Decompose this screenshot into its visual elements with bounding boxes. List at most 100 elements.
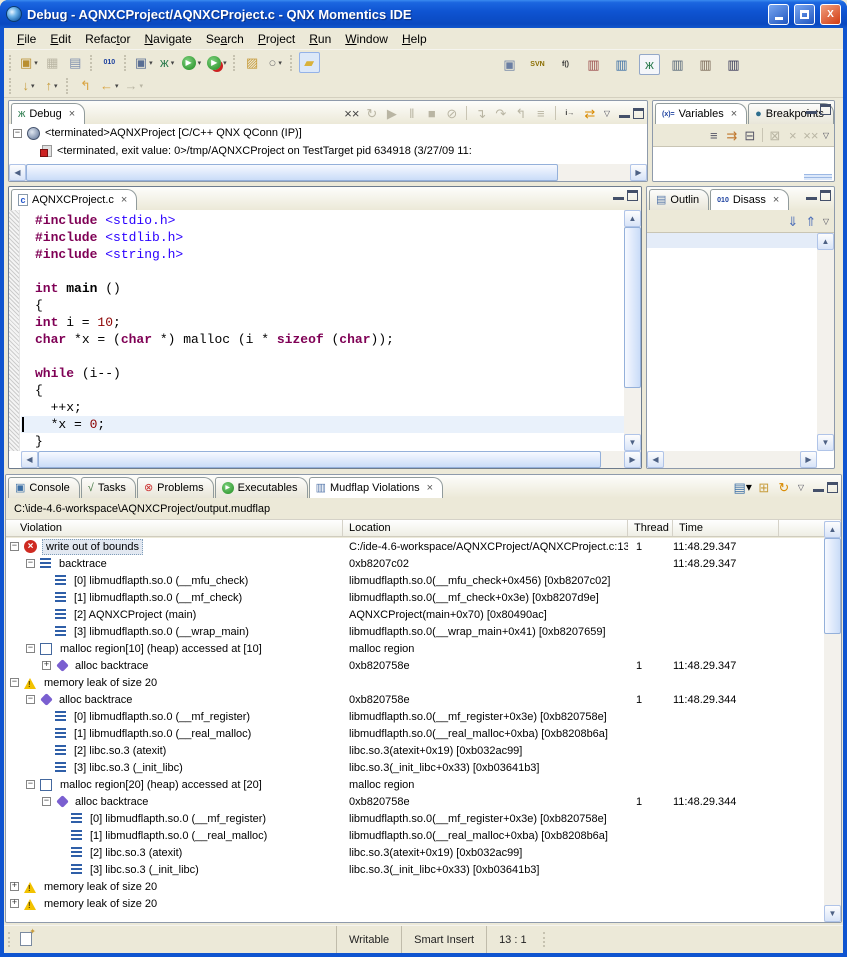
tab-debug[interactable]: жDebug×: [11, 103, 85, 124]
minimize-button[interactable]: [768, 4, 789, 25]
tab-mudflap-violations[interactable]: ▥Mudflap Violations×: [309, 477, 444, 498]
tab-executables[interactable]: ▶Executables: [215, 477, 308, 498]
scroll-up-icon[interactable]: ▲: [824, 521, 841, 538]
tab-tasks[interactable]: √Tasks: [81, 477, 136, 498]
dropdown-icon[interactable]: ▾: [223, 59, 227, 67]
arrow-down-icon[interactable]: ⇓: [784, 212, 802, 230]
scroll-right-icon[interactable]: ▶: [624, 451, 641, 468]
tree-expander-icon[interactable]: +: [42, 661, 51, 670]
menu-project[interactable]: Project: [251, 29, 302, 49]
violation-row[interactable]: [0] libmudflapth.so.0 (__mfu_check)libmu…: [6, 572, 824, 589]
debug-tree-node[interactable]: <terminated, exit value: 0>/tmp/AQNXCPro…: [9, 142, 647, 160]
profile-icon[interactable]: ▶▾: [205, 52, 229, 73]
minimize-view-icon[interactable]: [813, 483, 824, 492]
tree-expander-icon[interactable]: +: [10, 882, 19, 891]
close-icon[interactable]: ×: [69, 108, 75, 120]
tree-expander-icon[interactable]: −: [26, 780, 35, 789]
menu-edit[interactable]: Edit: [43, 29, 78, 49]
view-menu-icon[interactable]: ▽: [795, 483, 807, 492]
violation-row[interactable]: [1] libmudflapth.so.0 (__real_malloc)lib…: [6, 725, 824, 742]
filter-icon[interactable]: ▤▾: [733, 478, 753, 496]
column-header-time[interactable]: Time: [673, 520, 779, 536]
minimize-view-icon[interactable]: [619, 109, 630, 118]
dropdown-icon[interactable]: ▾: [746, 480, 752, 494]
annotation-ruler[interactable]: [9, 210, 20, 451]
scroll-right-icon[interactable]: ▶: [800, 451, 817, 468]
tree-expander-icon[interactable]: −: [26, 695, 35, 704]
tree-expander-icon[interactable]: −: [26, 559, 35, 568]
svn-perspective-icon[interactable]: SVN: [527, 54, 548, 75]
debug-icon[interactable]: ж▾: [157, 52, 178, 73]
violation-row[interactable]: +alloc backtrace0xb820758e111:48.29.347: [6, 657, 824, 674]
maximize-view-icon[interactable]: [820, 190, 831, 201]
scroll-down-icon[interactable]: ▼: [817, 434, 834, 451]
code-line[interactable]: #include <stdio.h>: [21, 212, 624, 229]
scroll-left-icon[interactable]: ◀: [9, 164, 26, 181]
view-menu-icon[interactable]: ▽: [820, 131, 832, 140]
dropdown-icon[interactable]: ▾: [198, 59, 202, 67]
code-line[interactable]: [21, 263, 624, 280]
debug-target-icon[interactable]: ▣▾: [133, 52, 155, 73]
tab-console[interactable]: ▣Console: [8, 477, 80, 498]
violation-row[interactable]: −write out of boundsC:/ide-4.6-workspace…: [6, 538, 824, 555]
dropdown-icon[interactable]: ▾: [34, 59, 38, 67]
menu-file[interactable]: File: [10, 29, 43, 49]
debug-tree[interactable]: −<terminated>AQNXProject [C/C++ QNX QCon…: [9, 124, 647, 164]
dropdown-icon[interactable]: ▾: [115, 82, 119, 90]
violation-row[interactable]: +memory leak of size 20: [6, 895, 824, 912]
run-icon[interactable]: ▶▾: [180, 52, 204, 73]
scroll-down-icon[interactable]: ▼: [624, 434, 641, 451]
resource-perspective-icon[interactable]: ▥: [583, 54, 604, 75]
code-line[interactable]: [21, 348, 624, 365]
show-logical-structures-icon[interactable]: ⇉: [723, 126, 741, 144]
code-line[interactable]: int i = 10;: [21, 314, 624, 331]
violation-row[interactable]: −alloc backtrace0xb820758e111:48.29.344: [6, 793, 824, 810]
tree-expander-icon[interactable]: −: [42, 797, 51, 806]
editor-vertical-scrollbar[interactable]: ▲ ▼: [624, 210, 641, 451]
code-line[interactable]: ++x;: [21, 399, 624, 416]
drop-to-frame-icon[interactable]: ⇄: [581, 104, 599, 122]
view-menu-icon[interactable]: ▽: [601, 109, 613, 118]
disassembly-content[interactable]: ▲ ▼ ◀ ▶: [647, 232, 834, 468]
variables-content[interactable]: [653, 146, 834, 181]
editor-horizontal-scrollbar[interactable]: ◀ ▶: [21, 451, 641, 468]
arrow-up-icon[interactable]: ⇑: [802, 212, 820, 230]
print-icon[interactable]: ▤: [65, 52, 86, 73]
violation-row[interactable]: [2] libc.so.3 (atexit)libc.so.3(atexit+0…: [6, 844, 824, 861]
debug-perspective-icon[interactable]: ж: [639, 54, 660, 75]
violation-row[interactable]: −malloc region[10] (heap) accessed at [1…: [6, 640, 824, 657]
close-button[interactable]: X: [820, 4, 841, 25]
violation-row[interactable]: [2] libc.so.3 (atexit)libc.so.3(atexit+0…: [6, 742, 824, 759]
scroll-up-icon[interactable]: ▲: [624, 210, 641, 227]
disassembly-vertical-scrollbar[interactable]: ▲ ▼: [817, 233, 834, 451]
use-step-filters-icon[interactable]: i→: [561, 104, 579, 122]
minimize-view-icon[interactable]: [806, 105, 817, 114]
code-line[interactable]: #include <string.h>: [21, 246, 624, 263]
code-line[interactable]: }: [21, 433, 624, 450]
close-icon[interactable]: ×: [731, 108, 737, 120]
highlighter-icon[interactable]: ▰: [299, 52, 320, 73]
tab-problems[interactable]: ⊗Problems: [137, 477, 214, 498]
violations-vertical-scrollbar[interactable]: ▲ ▼: [824, 521, 841, 922]
violation-row[interactable]: [0] libmudflapth.so.0 (__mf_register)lib…: [6, 708, 824, 725]
violations-table[interactable]: −write out of boundsC:/ide-4.6-workspace…: [6, 538, 824, 922]
debug-horizontal-scrollbar[interactable]: ◀ ▶: [9, 164, 647, 181]
maximize-view-icon[interactable]: [633, 108, 644, 119]
cpp-perspective-icon[interactable]: f(): [555, 54, 576, 75]
tree-expander-icon[interactable]: −: [13, 129, 22, 138]
tab-disass[interactable]: 010Disass×: [710, 189, 789, 210]
view-menu-icon[interactable]: ▽: [820, 217, 832, 226]
close-icon[interactable]: ×: [121, 194, 127, 206]
info-perspective-icon[interactable]: ▥: [667, 54, 688, 75]
violation-row[interactable]: [3] libc.so.3 (_init_libc)libc.so.3(_ini…: [6, 759, 824, 776]
scroll-right-icon[interactable]: ▶: [630, 164, 647, 181]
last-edit-location-icon[interactable]: ↰: [75, 75, 96, 96]
tree-expander-icon[interactable]: −: [10, 542, 19, 551]
minimize-view-icon[interactable]: [613, 191, 624, 200]
scroll-down-icon[interactable]: ▼: [824, 905, 841, 922]
column-header-violation[interactable]: Violation: [6, 520, 343, 536]
variables-mini-scrollbar[interactable]: [804, 174, 832, 180]
violation-row[interactable]: [1] libmudflapth.so.0 (__real_malloc)lib…: [6, 827, 824, 844]
menu-navigate[interactable]: Navigate: [137, 29, 198, 49]
menu-refactor[interactable]: Refactor: [78, 29, 137, 49]
